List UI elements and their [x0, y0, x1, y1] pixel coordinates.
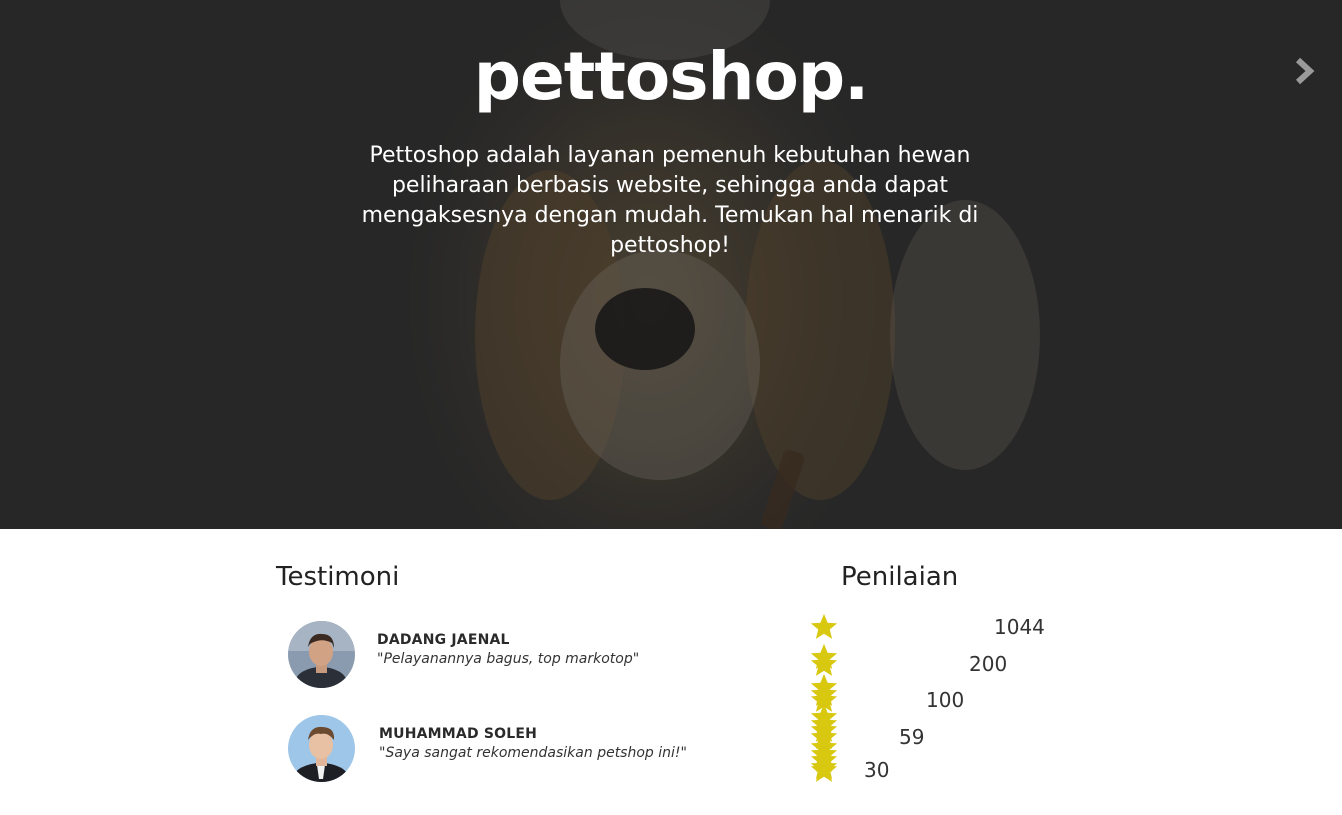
avatar — [288, 715, 355, 782]
star-icon — [810, 613, 838, 639]
chevron-right-icon — [1295, 57, 1315, 85]
testimonial-item: MUHAMMAD SOLEH "Saya sangat rekomendasik… — [288, 715, 748, 785]
star-icon — [810, 723, 838, 749]
hero-description: Pettoshop adalah layanan pemenuh kebutuh… — [361, 143, 979, 258]
rating-count: 30 — [864, 758, 890, 782]
penilaian-title: Penilaian — [841, 562, 959, 592]
avatar — [288, 621, 355, 688]
testimoni-title: Testimoni — [276, 562, 400, 592]
next-slide-button[interactable] — [1290, 56, 1320, 86]
brand-title: pettoshop. — [473, 38, 869, 115]
rating-count: 100 — [926, 688, 965, 712]
rating-count: 59 — [899, 725, 925, 749]
star-icon — [810, 756, 838, 782]
testimonial-item: DADANG JAENAL "Pelayanannya bagus, top m… — [288, 621, 748, 691]
star-icon — [810, 650, 838, 676]
testimonial-quote: "Saya sangat rekomendasikan petshop ini!… — [379, 745, 687, 761]
rating-count: 1044 — [994, 615, 1045, 639]
testimonial-name: DADANG JAENAL — [377, 632, 510, 648]
testimonial-quote: "Pelayanannya bagus, top markotop" — [377, 651, 640, 667]
rating-count: 200 — [969, 652, 1008, 676]
testimonial-name: MUHAMMAD SOLEH — [379, 726, 538, 742]
hero-banner: pettoshop. Pettoshop adalah layanan peme… — [0, 0, 1342, 529]
star-group — [809, 755, 842, 785]
star-icon — [810, 686, 838, 712]
